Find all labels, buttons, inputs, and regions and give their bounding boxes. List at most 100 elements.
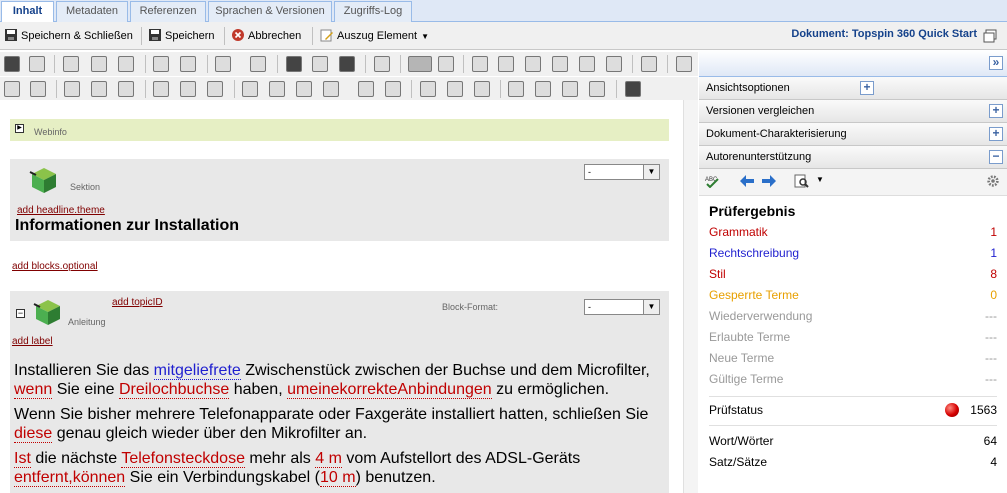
- section-select[interactable]: - ▼: [584, 164, 660, 180]
- row-props-icon[interactable]: [91, 81, 107, 97]
- flagged-term[interactable]: Ist: [14, 450, 31, 468]
- undo-icon[interactable]: [153, 56, 169, 72]
- flagged-term[interactable]: Telefonsteckdose: [121, 450, 245, 468]
- valign-middle-icon[interactable]: [447, 81, 463, 97]
- spellcheck-icon[interactable]: ABC: [705, 174, 723, 188]
- table-icon[interactable]: [4, 81, 20, 97]
- headline[interactable]: Informationen zur Installation: [15, 217, 239, 235]
- col-split-icon[interactable]: [180, 81, 196, 97]
- window-restore-icon[interactable]: [983, 29, 997, 43]
- join3-icon[interactable]: [296, 81, 312, 97]
- row-after-icon[interactable]: [525, 56, 541, 72]
- webinfo-block[interactable]: ▶ Webinfo: [10, 119, 669, 141]
- paragraph-1[interactable]: Installieren Sie das mitgeliefrete Zwisc…: [14, 361, 654, 399]
- block-format-select[interactable]: - ▼: [584, 299, 660, 315]
- extract-element-button[interactable]: Auszug Element ▼: [320, 27, 429, 45]
- join2-icon[interactable]: [269, 81, 285, 97]
- split-icon[interactable]: [358, 81, 374, 97]
- markup-toggle-icon[interactable]: [408, 56, 432, 72]
- cell-props-icon[interactable]: [64, 81, 80, 97]
- tab-sprachen-versionen[interactable]: Sprachen & Versionen: [208, 1, 332, 22]
- col-after-icon[interactable]: [579, 56, 595, 72]
- chevron-down-icon[interactable]: ▼: [816, 175, 824, 184]
- cut-icon[interactable]: [63, 56, 79, 72]
- accordion-autorenunterstuetzung[interactable]: Autorenunterstützung −: [699, 146, 1007, 169]
- delete-row-icon[interactable]: [606, 56, 622, 72]
- paragraph-2[interactable]: Wenn Sie bisher mehrere Telefonapparate …: [14, 405, 654, 443]
- gear-icon[interactable]: [985, 174, 1001, 188]
- text-clear-icon[interactable]: [438, 56, 454, 72]
- flagged-term[interactable]: entfernt,können: [14, 469, 126, 487]
- collapse-minus-icon[interactable]: −: [989, 150, 1003, 164]
- paragraph-3[interactable]: Ist die nächste Telefonsteckdose mehr al…: [14, 449, 654, 487]
- table-props-icon[interactable]: [30, 81, 46, 97]
- split2-icon[interactable]: [385, 81, 401, 97]
- expand-plus-icon[interactable]: +: [989, 127, 1003, 141]
- result-row-gesperrte-terme[interactable]: Gesperrte Terme 0: [709, 285, 997, 306]
- find-icon[interactable]: [286, 56, 302, 72]
- paste-icon[interactable]: [118, 56, 134, 72]
- join-icon[interactable]: [242, 81, 258, 97]
- result-row-gueltige-terme[interactable]: Gültige Terme ---: [709, 369, 997, 390]
- join4-icon[interactable]: [323, 81, 339, 97]
- print-preview-icon[interactable]: [29, 56, 45, 72]
- entity-icon[interactable]: [676, 56, 692, 72]
- col-before-icon[interactable]: [552, 56, 568, 72]
- accordion-versionen-vergleichen[interactable]: Versionen vergleichen +: [699, 100, 1007, 123]
- spellcheck-icon[interactable]: [250, 56, 266, 72]
- collapse-panel-icon[interactable]: »: [989, 56, 1003, 70]
- save-button[interactable]: Speichern: [148, 27, 215, 45]
- row-before-icon[interactable]: [498, 56, 514, 72]
- tab-zugriffs-log[interactable]: Zugriffs-Log: [334, 1, 412, 22]
- add-blocks-link[interactable]: add blocks.optional: [12, 261, 98, 272]
- add-headline-link[interactable]: add headline.theme: [17, 205, 105, 216]
- expand-icon[interactable]: ▶: [15, 124, 24, 133]
- arrow-right-icon[interactable]: [761, 174, 777, 188]
- align-center-icon[interactable]: [535, 81, 551, 97]
- tab-metadaten[interactable]: Metadaten: [56, 1, 128, 22]
- section-block[interactable]: Sektion - ▼ add headline.theme Informatio…: [10, 159, 669, 241]
- add-label-link[interactable]: add label: [12, 336, 53, 347]
- table-grid-icon[interactable]: [625, 81, 641, 97]
- expand-plus-icon[interactable]: +: [860, 81, 874, 95]
- result-row-grammatik[interactable]: Grammatik 1: [709, 222, 997, 243]
- collapse-icon[interactable]: −: [16, 309, 25, 318]
- align-right-icon[interactable]: [562, 81, 578, 97]
- comment-icon[interactable]: [641, 56, 657, 72]
- tab-referenzen[interactable]: Referenzen: [130, 1, 206, 22]
- editor-area[interactable]: ▶ Webinfo Sektion - ▼ add headline.theme …: [0, 100, 698, 493]
- split-cells-icon[interactable]: [153, 81, 169, 97]
- add-topic-link[interactable]: add topicID: [112, 297, 163, 308]
- expand-plus-icon[interactable]: +: [989, 104, 1003, 118]
- valign-top-icon[interactable]: [420, 81, 436, 97]
- redo-icon[interactable]: [180, 56, 196, 72]
- save-close-button[interactable]: Speichern & Schließen: [4, 27, 133, 45]
- cancel-button[interactable]: Abbrechen: [231, 27, 301, 45]
- insert-object-icon[interactable]: [374, 56, 390, 72]
- accordion-ansichtsoptionen[interactable]: Ansichtsoptionen +: [699, 77, 1007, 100]
- result-row-neue-terme[interactable]: Neue Terme ---: [709, 348, 997, 369]
- flagged-term[interactable]: 4 m: [315, 450, 342, 468]
- result-row-erlaubte-terme[interactable]: Erlaubte Terme ---: [709, 327, 997, 348]
- find-next-icon[interactable]: [339, 56, 355, 72]
- flagged-term[interactable]: diese: [14, 425, 53, 443]
- row-split-icon[interactable]: [207, 81, 223, 97]
- result-row-rechtschreibung[interactable]: Rechtschreibung 1: [709, 243, 997, 264]
- merge-cells-icon[interactable]: [118, 81, 134, 97]
- table-insert-icon[interactable]: [472, 56, 488, 72]
- editor-scrollbar[interactable]: [683, 100, 698, 493]
- align-justify-icon[interactable]: [589, 81, 605, 97]
- flagged-term[interactable]: umeinekorrekteAnbindungen: [287, 381, 492, 399]
- result-row-stil[interactable]: Stil 8: [709, 264, 997, 285]
- check-icon[interactable]: [215, 56, 231, 72]
- result-row-wiederverwendung[interactable]: Wiederverwendung ---: [709, 306, 997, 327]
- arrow-left-icon[interactable]: [739, 174, 755, 188]
- print-icon[interactable]: [4, 56, 20, 72]
- valign-bottom-icon[interactable]: [474, 81, 490, 97]
- flagged-term[interactable]: Dreilochbuchse: [118, 381, 230, 399]
- flagged-term[interactable]: wenn: [14, 381, 53, 399]
- flagged-term[interactable]: 10 m: [320, 469, 356, 487]
- copy-icon[interactable]: [91, 56, 107, 72]
- tab-inhalt[interactable]: Inhalt: [1, 1, 54, 23]
- search-icon[interactable]: [794, 174, 810, 188]
